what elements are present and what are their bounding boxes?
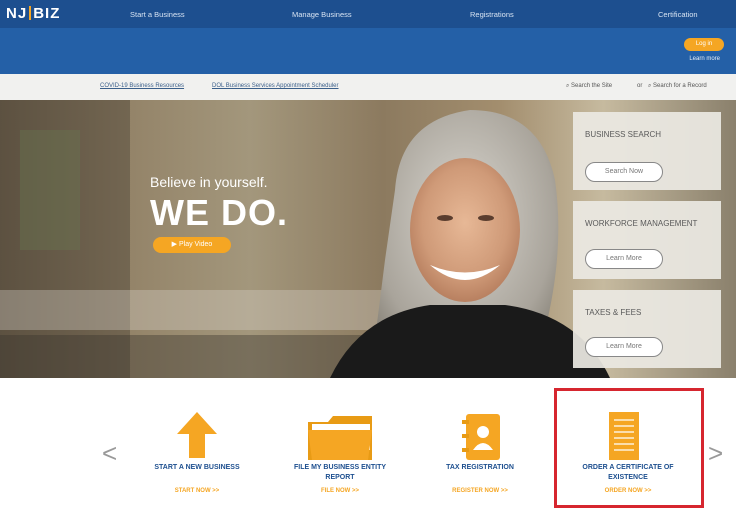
logo-prefix: NJ: [6, 5, 28, 22]
taxes-learn-more-button[interactable]: Learn More: [585, 337, 663, 357]
card-title-taxes: TAXES & FEES: [585, 308, 642, 317]
login-button[interactable]: Log in: [684, 38, 724, 51]
login-subtext[interactable]: Learn more: [689, 56, 720, 62]
search-or-text: or: [637, 83, 643, 89]
hero-headline: WE DO.: [150, 192, 288, 233]
tile-cta-file-now[interactable]: FILE NOW >>: [290, 488, 390, 494]
search-record-label: Search for a Record: [653, 83, 707, 89]
nav-certification[interactable]: Certification: [658, 10, 698, 19]
covid-resources-link[interactable]: COVID-19 Business Resources: [100, 83, 184, 89]
nj-biz-logo[interactable]: NJ BIZ: [6, 5, 60, 22]
card-title-business-search: BUSINESS SEARCH: [585, 130, 662, 139]
search-now-button[interactable]: Search Now: [585, 162, 663, 182]
hero-tagline: Believe in yourself.: [150, 174, 268, 190]
tile-cta-register-now[interactable]: REGISTER NOW >>: [430, 488, 530, 494]
search-record-link[interactable]: ⌕ Search for a Record: [648, 83, 707, 90]
tile-title-file-report: FILE MY BUSINESS ENTITY REPORT: [293, 464, 387, 481]
search-icon: ⌕: [648, 83, 652, 89]
nav-manage-business[interactable]: Manage Business: [292, 10, 352, 19]
tile-cta-start-now[interactable]: START NOW >>: [150, 488, 244, 494]
top-navigation: NJ BIZ Start a Business Manage Business R…: [0, 0, 736, 28]
carousel-prev-arrow[interactable]: <: [102, 438, 117, 469]
taxes-fees-card: TAXES & FEES Learn More: [573, 290, 721, 368]
folder-icon: [308, 416, 372, 460]
up-arrow-icon: [177, 412, 217, 458]
quick-actions-carousel: < START A NEW BUSINESS START NOW >> FILE…: [0, 378, 736, 516]
search-icon: ⌕: [566, 83, 570, 89]
logo-divider: [29, 6, 32, 20]
dol-scheduler-link[interactable]: DOL Business Services Appointment Schedu…: [212, 83, 339, 89]
logo-suffix: BIZ: [33, 5, 61, 22]
nav-registrations[interactable]: Registrations: [470, 10, 514, 19]
search-site-link[interactable]: ⌕ Search the Site: [566, 83, 612, 90]
tile-title-tax-registration: TAX REGISTRATION: [446, 464, 514, 471]
carousel-next-arrow[interactable]: >: [708, 438, 723, 469]
workforce-learn-more-button[interactable]: Learn More: [585, 249, 663, 269]
search-site-label: Search the Site: [571, 83, 613, 89]
header-bar: Log in Learn more: [0, 28, 736, 74]
highlight-box: [554, 388, 704, 508]
business-search-card: BUSINESS SEARCH Search Now: [573, 112, 721, 190]
hero-banner: Believe in yourself. WE DO. ▶ Play Video…: [0, 100, 736, 378]
card-title-workforce: WORKFORCE MANAGEMENT: [585, 219, 698, 228]
utility-bar: COVID-19 Business Resources DOL Business…: [0, 74, 736, 100]
nav-start-business[interactable]: Start a Business: [130, 10, 185, 19]
tile-title-start-business: START A NEW BUSINESS: [154, 464, 240, 471]
play-video-button[interactable]: ▶ Play Video: [153, 237, 231, 253]
workforce-management-card: WORKFORCE MANAGEMENT Learn More: [573, 201, 721, 279]
contact-book-icon: [462, 414, 500, 460]
